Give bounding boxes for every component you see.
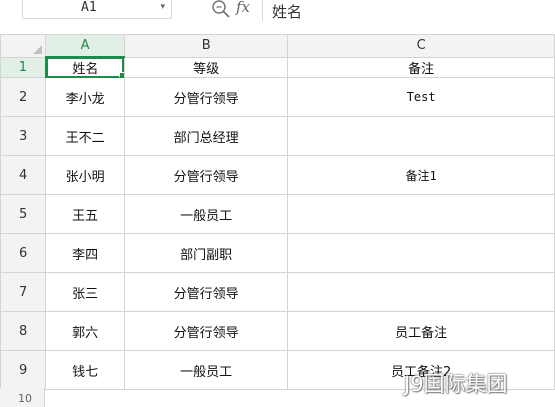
row-header[interactable]: 9 bbox=[0, 350, 47, 390]
row-header[interactable]: 3 bbox=[0, 116, 47, 156]
cell-c8[interactable]: 员工备注 bbox=[287, 311, 555, 351]
table-row: 7 张三 分管行领导 bbox=[0, 272, 555, 312]
cell-a1[interactable]: 姓名 bbox=[45, 56, 125, 78]
cell-c2[interactable]: Test bbox=[287, 77, 555, 117]
cell-c5[interactable] bbox=[287, 194, 555, 234]
watermark-logo: J9国际集团 bbox=[404, 372, 508, 396]
magnifier-icon[interactable] bbox=[210, 0, 232, 24]
row-number: 10 bbox=[18, 392, 32, 405]
cell-a5[interactable]: 王五 bbox=[45, 194, 125, 234]
cell-text: 姓名 bbox=[72, 62, 99, 77]
cell-b6[interactable]: 部门副职 bbox=[123, 233, 289, 273]
caret-down-icon[interactable]: ▾ bbox=[160, 2, 165, 12]
cell-c4[interactable]: 备注1 bbox=[287, 155, 555, 195]
cell-a7[interactable]: 张三 bbox=[45, 272, 125, 312]
column-header-a[interactable]: A bbox=[45, 34, 125, 58]
table-row: 4 张小明 分管行领导 备注1 bbox=[0, 155, 555, 195]
cell-a3[interactable]: 王不二 bbox=[45, 116, 125, 156]
select-all-corner[interactable] bbox=[0, 34, 47, 58]
cell-b5[interactable]: 一般员工 bbox=[123, 194, 289, 234]
row-header[interactable]: 7 bbox=[0, 272, 47, 312]
table-row: 8 郭六 分管行领导 员工备注 bbox=[0, 311, 555, 351]
cell-b4[interactable]: 分管行领导 bbox=[123, 155, 289, 195]
fx-icon[interactable]: fx bbox=[236, 0, 250, 16]
table-row: 3 王不二 部门总经理 bbox=[0, 116, 555, 156]
cell-a6[interactable]: 李四 bbox=[45, 233, 125, 273]
row-header[interactable]: 8 bbox=[0, 311, 47, 351]
function-zone: fx bbox=[210, 0, 280, 22]
cell-b3[interactable]: 部门总经理 bbox=[123, 116, 289, 156]
formula-bar: A1 ▾ fx 姓名 bbox=[0, 0, 555, 31]
row-header[interactable]: 6 bbox=[0, 233, 47, 273]
cell-a9[interactable]: 钱七 bbox=[45, 350, 125, 390]
table-row: 5 王五 一般员工 bbox=[0, 194, 555, 234]
cell-b9[interactable]: 一般员工 bbox=[123, 350, 289, 390]
fill-handle[interactable] bbox=[118, 72, 124, 77]
column-header-b[interactable]: B bbox=[123, 34, 289, 58]
formula-input[interactable]: 姓名 bbox=[272, 1, 302, 22]
cell-reference: A1 bbox=[81, 0, 97, 15]
cell-b8[interactable]: 分管行领导 bbox=[123, 311, 289, 351]
row-header[interactable]: 4 bbox=[0, 155, 47, 195]
cell-c6[interactable] bbox=[287, 233, 555, 273]
cell-b1[interactable]: 等级 bbox=[123, 56, 289, 78]
table-row: 1 姓名 等级 备注 bbox=[0, 56, 555, 78]
row-header-partial[interactable]: 10 bbox=[0, 388, 45, 407]
cell-b7[interactable]: 分管行领导 bbox=[123, 272, 289, 312]
row-header[interactable]: 5 bbox=[0, 194, 47, 234]
row-header[interactable]: 1 bbox=[0, 56, 47, 78]
cell-b2[interactable]: 分管行领导 bbox=[123, 77, 289, 117]
cell-c1[interactable]: 备注 bbox=[287, 56, 555, 78]
cell-a2[interactable]: 李小龙 bbox=[45, 77, 125, 117]
name-box[interactable]: A1 ▾ bbox=[22, 0, 172, 19]
table-row: 6 李四 部门副职 bbox=[0, 233, 555, 273]
spreadsheet-grid: A B C 1 姓名 等级 备注 2 李小龙 分管行领导 Test 3 王不二 … bbox=[0, 34, 555, 407]
row-header[interactable]: 2 bbox=[0, 77, 47, 117]
cell-c3[interactable] bbox=[287, 116, 555, 156]
cell-a4[interactable]: 张小明 bbox=[45, 155, 125, 195]
column-header-c[interactable]: C bbox=[287, 34, 555, 58]
formula-separator bbox=[262, 0, 263, 21]
table-row: 2 李小龙 分管行领导 Test bbox=[0, 77, 555, 117]
sheet-table: A B C 1 姓名 等级 备注 2 李小龙 分管行领导 Test 3 王不二 … bbox=[0, 34, 555, 390]
cell-a8[interactable]: 郭六 bbox=[45, 311, 125, 351]
cell-c7[interactable] bbox=[287, 272, 555, 312]
